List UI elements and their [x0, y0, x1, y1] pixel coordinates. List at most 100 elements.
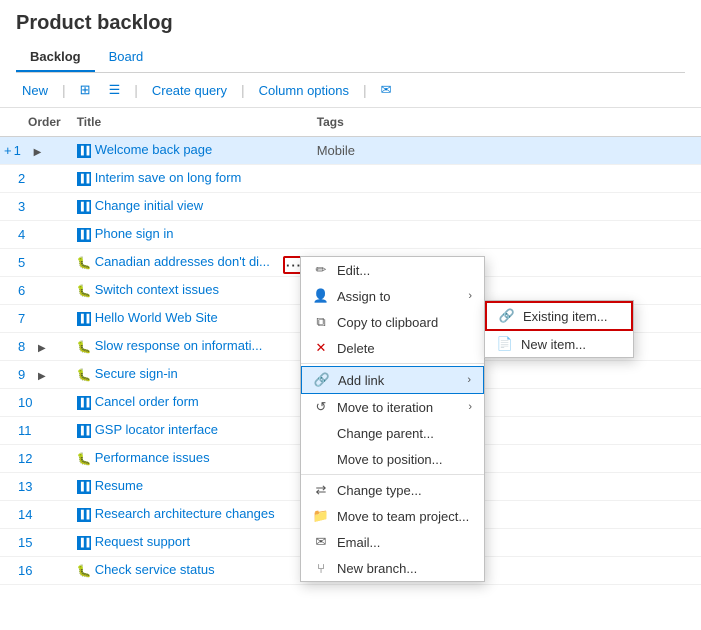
- collapse-button[interactable]: ☰: [103, 79, 127, 101]
- item-title-link[interactable]: Canadian addresses don't di...: [95, 254, 270, 269]
- cm-move-project[interactable]: 📁 Move to team project...: [301, 503, 484, 529]
- item-title-link[interactable]: Slow response on informati...: [95, 338, 263, 353]
- item-title-link[interactable]: Hello World Web Site: [95, 310, 218, 325]
- row-number: 13: [18, 479, 36, 494]
- order-cell: 13: [0, 472, 69, 500]
- title-cell: ▐▐Welcome back page: [69, 136, 309, 164]
- item-title-link[interactable]: Performance issues: [95, 450, 210, 465]
- title-cell: ▐▐Hello World Web Site: [69, 304, 309, 332]
- add-child-icon[interactable]: +: [4, 143, 12, 158]
- page-title: Product backlog: [16, 12, 685, 35]
- sep1: |: [62, 82, 66, 98]
- expand-icon[interactable]: ▶: [38, 343, 46, 354]
- email-button[interactable]: ✉: [375, 79, 398, 101]
- order-cell: 14: [0, 500, 69, 528]
- bug-icon: 🐛: [77, 340, 91, 354]
- title-cell: ▐▐Change initial view: [69, 192, 309, 220]
- cm-move-iteration[interactable]: ↺ Move to iteration ›: [301, 394, 484, 420]
- column-options-label: Column options: [259, 83, 349, 98]
- new-item-label: New item...: [521, 337, 586, 352]
- assign-arrow: ›: [468, 290, 472, 302]
- item-title-link[interactable]: GSP locator interface: [95, 422, 218, 437]
- item-title-link[interactable]: Secure sign-in: [95, 366, 178, 381]
- row-number: 1: [14, 143, 32, 158]
- table-row: +1▶▐▐Welcome back pageMobile: [0, 136, 701, 164]
- cm-add-link[interactable]: 🔗 Add link ›: [301, 366, 484, 394]
- cm-email[interactable]: ✉ Email...: [301, 529, 484, 555]
- sep2: |: [134, 82, 138, 98]
- item-title-link[interactable]: Phone sign in: [95, 226, 174, 241]
- change-type-icon: ⇄: [313, 482, 329, 498]
- order-cell: 2: [0, 164, 69, 192]
- title-cell: ▐▐Resume: [69, 472, 309, 500]
- bug-icon: 🐛: [77, 452, 91, 466]
- order-cell: 9▶: [0, 360, 69, 388]
- item-title-link[interactable]: Interim save on long form: [95, 170, 242, 185]
- cm-email-icon: ✉: [313, 534, 329, 550]
- row-number: 11: [18, 423, 36, 438]
- new-item-icon: 📄: [497, 336, 513, 352]
- cm-copy[interactable]: ⧉ Copy to clipboard: [301, 309, 484, 335]
- title-cell: 🐛Canadian addresses don't di...: [69, 248, 309, 276]
- row-number: 15: [18, 535, 36, 550]
- cm-assign[interactable]: 👤 Assign to ›: [301, 283, 484, 309]
- sm-new-item[interactable]: 📄 New item...: [485, 331, 633, 357]
- title-cell: ▐▐ GSP locator interface: [69, 416, 309, 444]
- add-child-button[interactable]: ⊞: [74, 79, 97, 101]
- existing-item-label: Existing item...: [523, 309, 608, 324]
- table-row: 4▐▐Phone sign in: [0, 220, 701, 248]
- existing-item-icon: 🔗: [499, 308, 515, 324]
- row-number: 5: [18, 255, 36, 270]
- sep3: |: [241, 82, 245, 98]
- cm-delete[interactable]: ✕ Delete: [301, 335, 484, 361]
- item-title-link[interactable]: Change initial view: [95, 198, 203, 213]
- row-number: 9: [18, 367, 36, 382]
- cm-change-type[interactable]: ⇄ Change type...: [301, 477, 484, 503]
- cm-change-parent[interactable]: Change parent...: [301, 420, 484, 446]
- item-title-link[interactable]: Request support: [95, 534, 190, 549]
- expand-icon[interactable]: ▶: [38, 371, 46, 382]
- item-title-link[interactable]: Switch context issues: [95, 282, 219, 297]
- new-button[interactable]: New: [16, 80, 54, 101]
- bug-icon: 🐛: [77, 564, 91, 578]
- order-cell: 15: [0, 528, 69, 556]
- title-cell: 🐛 Check service status: [69, 556, 309, 584]
- order-cell: 3: [0, 192, 69, 220]
- new-label: New: [22, 83, 48, 98]
- item-title-link[interactable]: Welcome back page: [95, 142, 213, 157]
- tab-board[interactable]: Board: [95, 43, 158, 72]
- story-icon: ▐▐: [77, 424, 91, 438]
- item-title-link[interactable]: Cancel order form: [95, 394, 199, 409]
- item-title-link[interactable]: Check service status: [95, 562, 215, 577]
- title-cell: 🐛 Slow response on informati...: [69, 332, 309, 360]
- col-tags: Tags: [309, 108, 701, 136]
- tags-cell: [309, 192, 701, 220]
- bug-icon: 🐛: [77, 284, 91, 298]
- bug-icon: 🐛: [77, 368, 91, 382]
- row-number: 12: [18, 451, 36, 466]
- new-branch-icon: ⑂: [313, 560, 329, 576]
- cm-move-position[interactable]: Move to position...: [301, 446, 484, 472]
- plus-icon: ⊞: [80, 82, 91, 98]
- story-icon: ▐▐: [77, 172, 91, 186]
- row-number: 16: [18, 563, 36, 578]
- cm-edit[interactable]: ✏ Edit...: [301, 257, 484, 283]
- tags-cell: [309, 164, 701, 192]
- sm-existing-item[interactable]: 🔗 Existing item...: [485, 301, 633, 331]
- cm-new-branch[interactable]: ⑂ New branch...: [301, 555, 484, 581]
- separator2: [301, 474, 484, 475]
- tab-backlog[interactable]: Backlog: [16, 43, 95, 72]
- move-iteration-arrow: ›: [468, 401, 472, 413]
- create-query-button[interactable]: Create query: [146, 80, 233, 101]
- title-cell: ▐▐ Interim save on long form: [69, 164, 309, 192]
- row-number: 4: [18, 227, 36, 242]
- item-title-link[interactable]: Research architecture changes: [95, 506, 275, 521]
- story-icon: ▐▐: [77, 396, 91, 410]
- create-query-label: Create query: [152, 83, 227, 98]
- expand-icon[interactable]: ▶: [34, 147, 42, 158]
- move-project-icon: 📁: [313, 508, 329, 524]
- assign-icon: 👤: [313, 288, 329, 304]
- item-title-link[interactable]: Resume: [95, 478, 143, 493]
- change-parent-icon: [313, 425, 329, 441]
- column-options-button[interactable]: Column options: [253, 80, 355, 101]
